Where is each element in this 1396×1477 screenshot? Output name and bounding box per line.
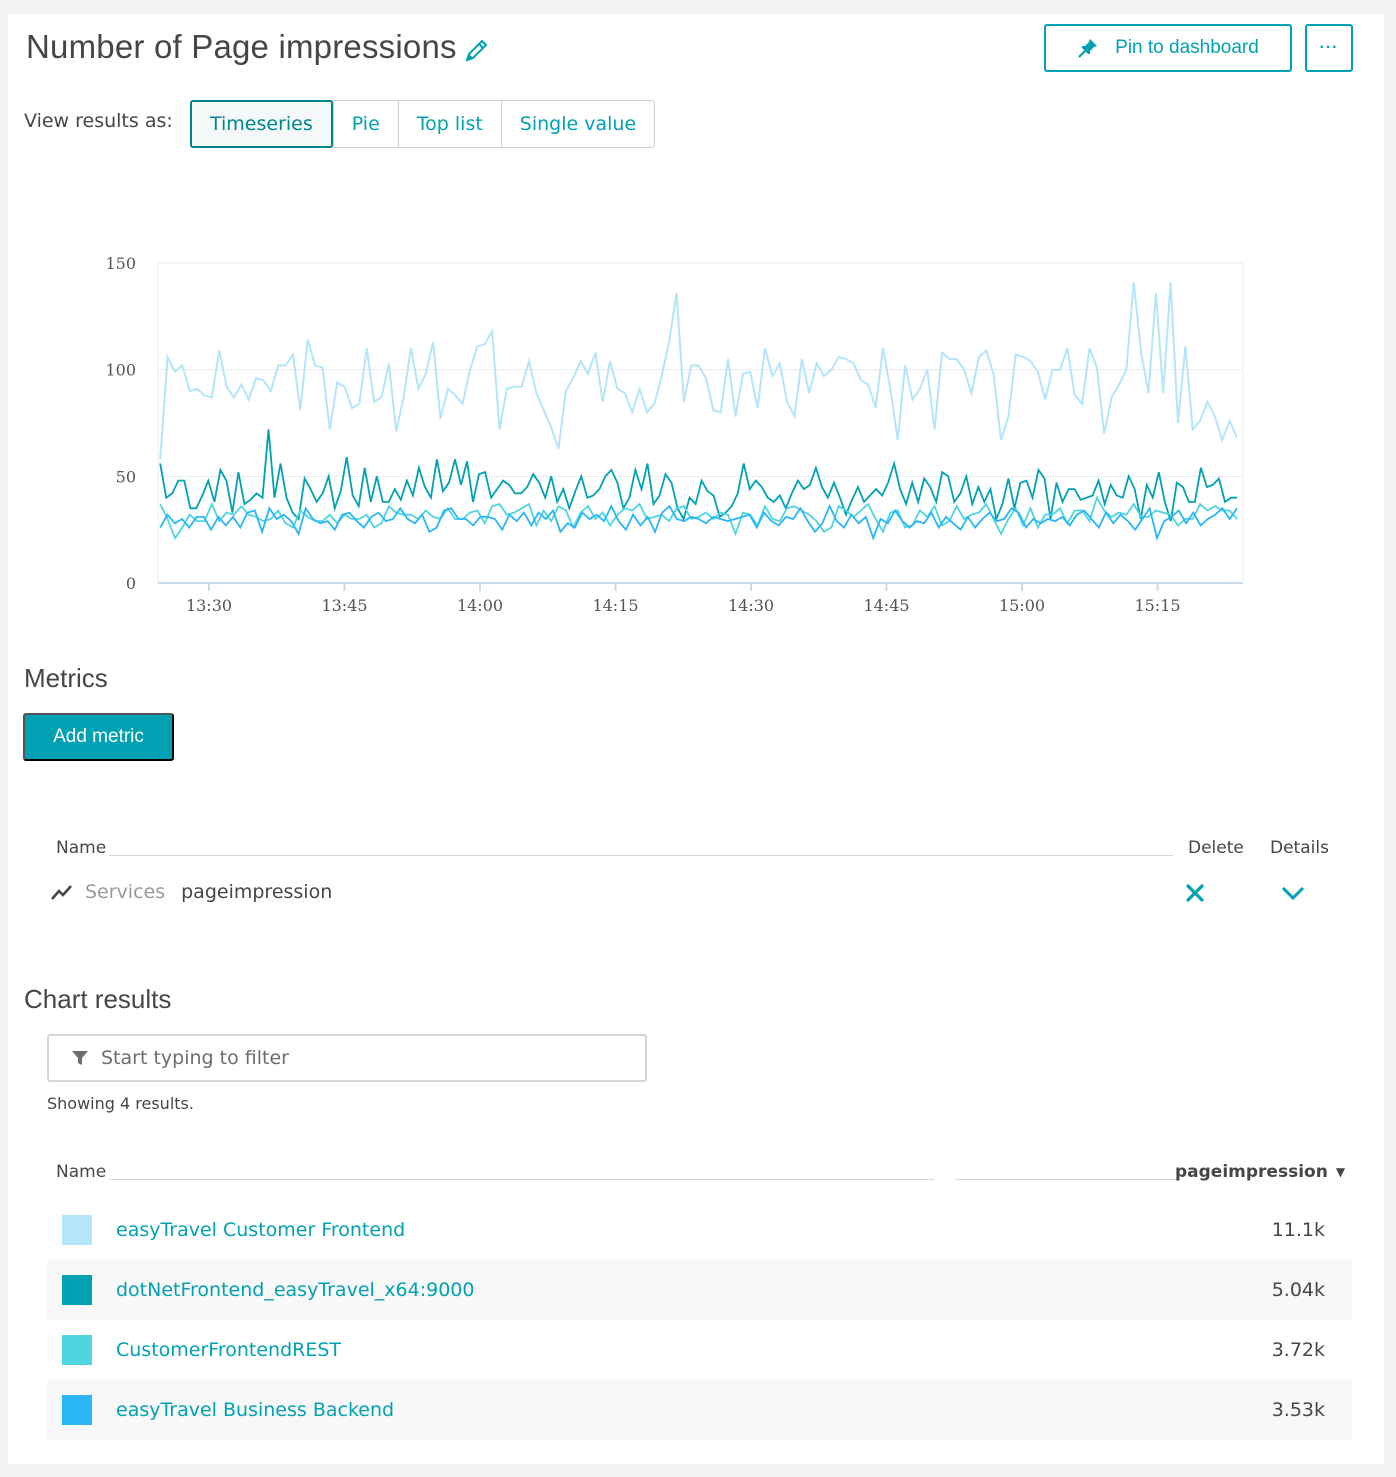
metrics-title: Metrics xyxy=(24,663,108,693)
series-color-swatch xyxy=(62,1275,92,1305)
x-tick-label: 14:15 xyxy=(592,596,638,615)
result-name-link[interactable]: easyTravel Customer Frontend xyxy=(116,1219,1272,1241)
result-name-link[interactable]: dotNetFrontend_easyTravel_x64:9000 xyxy=(116,1279,1272,1301)
metrics-col-name: Name xyxy=(56,838,107,858)
results-count: Showing 4 results. xyxy=(47,1094,194,1113)
timeseries-chart: 0 50 100 150 13:30 13:45 14:00 14:15 14:30 14:45… xyxy=(105,254,1244,615)
sort-by-pageimpression[interactable]: pageimpression ▼ xyxy=(1175,1162,1345,1182)
results-header-divider-2 xyxy=(955,1179,1178,1180)
metrics-col-delete: Delete xyxy=(1188,838,1244,858)
x-tick-label: 13:45 xyxy=(321,596,367,615)
x-tick-label: 15:15 xyxy=(1134,596,1180,615)
results-header-divider xyxy=(109,1179,934,1180)
y-tick-label: 150 xyxy=(105,254,136,273)
result-name-link[interactable]: CustomerFrontendREST xyxy=(116,1339,1272,1361)
result-row: dotNetFrontend_easyTravel_x64:9000 5.04k xyxy=(47,1260,1352,1320)
x-axis: 13:30 13:45 14:00 14:15 14:30 14:45 15:00 15:15 xyxy=(186,583,1181,615)
delete-metric-icon[interactable] xyxy=(1183,881,1207,905)
x-tick-label: 14:00 xyxy=(457,596,503,615)
add-metric-button[interactable]: Add metric xyxy=(23,713,174,761)
x-tick-label: 14:30 xyxy=(728,596,774,615)
series-color-swatch xyxy=(62,1395,92,1425)
metric-category: Services xyxy=(85,881,166,903)
result-row: CustomerFrontendREST 3.72k xyxy=(47,1320,1352,1380)
y-tick-label: 0 xyxy=(126,574,136,593)
results-col-metric: pageimpression xyxy=(1175,1162,1328,1182)
x-tick-label: 15:00 xyxy=(999,596,1045,615)
y-tick-label: 100 xyxy=(105,361,136,380)
series-color-swatch xyxy=(62,1335,92,1365)
filter-input[interactable] xyxy=(99,1046,619,1070)
filter-field[interactable] xyxy=(47,1034,647,1082)
series-color-swatch xyxy=(62,1215,92,1245)
y-tick-label: 50 xyxy=(116,467,136,486)
result-name-link[interactable]: easyTravel Business Backend xyxy=(116,1399,1272,1421)
metrics-header-divider xyxy=(109,855,1173,856)
sort-desc-icon: ▼ xyxy=(1335,1165,1346,1179)
chart-results-title: Chart results xyxy=(24,984,172,1014)
x-tick-label: 13:30 xyxy=(186,596,232,615)
timeseries-icon xyxy=(50,882,74,902)
result-row: easyTravel Business Backend 3.53k xyxy=(47,1380,1352,1440)
plot-area xyxy=(157,262,1244,584)
result-row: easyTravel Customer Frontend 11.1k xyxy=(47,1200,1352,1260)
y-axis: 0 50 100 150 xyxy=(105,254,136,593)
metrics-col-details: Details xyxy=(1270,838,1329,858)
result-value: 11.1k xyxy=(1271,1219,1325,1241)
chevron-down-icon[interactable] xyxy=(1280,883,1306,903)
filter-icon xyxy=(71,1049,89,1067)
x-tick-label: 14:45 xyxy=(863,596,909,615)
result-value: 3.72k xyxy=(1271,1339,1325,1361)
results-col-name: Name xyxy=(56,1162,107,1182)
result-value: 5.04k xyxy=(1271,1279,1325,1301)
metric-row: Services pageimpression xyxy=(50,876,332,908)
result-value: 3.53k xyxy=(1271,1399,1325,1421)
metric-name: pageimpression xyxy=(181,881,333,903)
